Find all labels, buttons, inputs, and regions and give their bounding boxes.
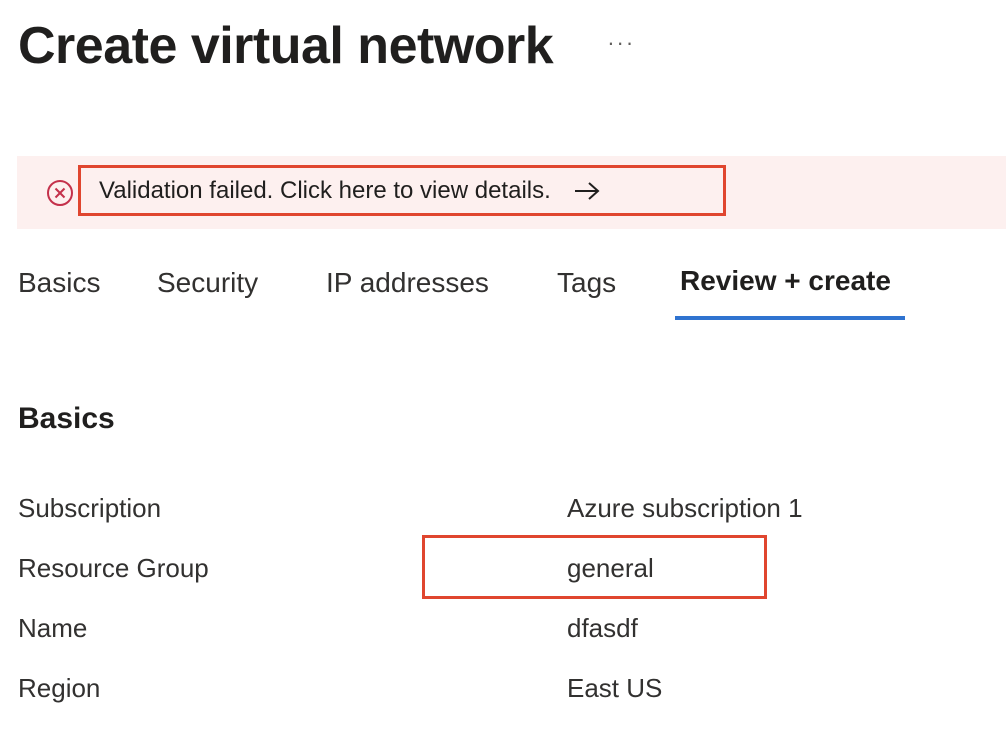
row-value: Azure subscription 1 bbox=[567, 493, 803, 523]
page: Create virtual network ··· Validation fa… bbox=[0, 0, 1006, 740]
row-label: Subscription bbox=[18, 493, 162, 523]
error-circle-icon bbox=[47, 180, 73, 206]
section-title-basics: Basics bbox=[18, 402, 115, 435]
row-label: Name bbox=[18, 613, 88, 643]
validation-message: Validation failed. Click here to view de… bbox=[99, 176, 551, 204]
summary-row-subscription: Subscription Azure subscription 1 bbox=[18, 488, 998, 528]
tab-review-create[interactable]: Review + create bbox=[680, 256, 891, 306]
validation-details-link[interactable]: Validation failed. Click here to view de… bbox=[78, 165, 726, 216]
row-label: Resource Group bbox=[18, 553, 209, 583]
annotation-highlight-box bbox=[422, 535, 767, 599]
arrow-right-icon bbox=[573, 180, 601, 202]
wizard-tabs: Basics Security IP addresses Tags Review… bbox=[18, 258, 918, 322]
summary-row-name: Name dfasdf bbox=[18, 608, 998, 648]
tab-tags[interactable]: Tags bbox=[557, 258, 616, 308]
tab-basics[interactable]: Basics bbox=[18, 258, 100, 308]
row-value: East US bbox=[567, 673, 663, 703]
tab-security[interactable]: Security bbox=[157, 258, 258, 308]
more-options-button[interactable]: ··· bbox=[607, 32, 635, 60]
active-tab-underline bbox=[675, 316, 905, 320]
summary-row-region: Region East US bbox=[18, 668, 998, 708]
page-title: Create virtual network bbox=[18, 17, 554, 75]
row-label: Region bbox=[18, 673, 101, 703]
row-value: dfasdf bbox=[567, 613, 638, 643]
tab-ip-addresses[interactable]: IP addresses bbox=[326, 258, 489, 308]
title-row: Create virtual network ··· bbox=[18, 14, 635, 78]
